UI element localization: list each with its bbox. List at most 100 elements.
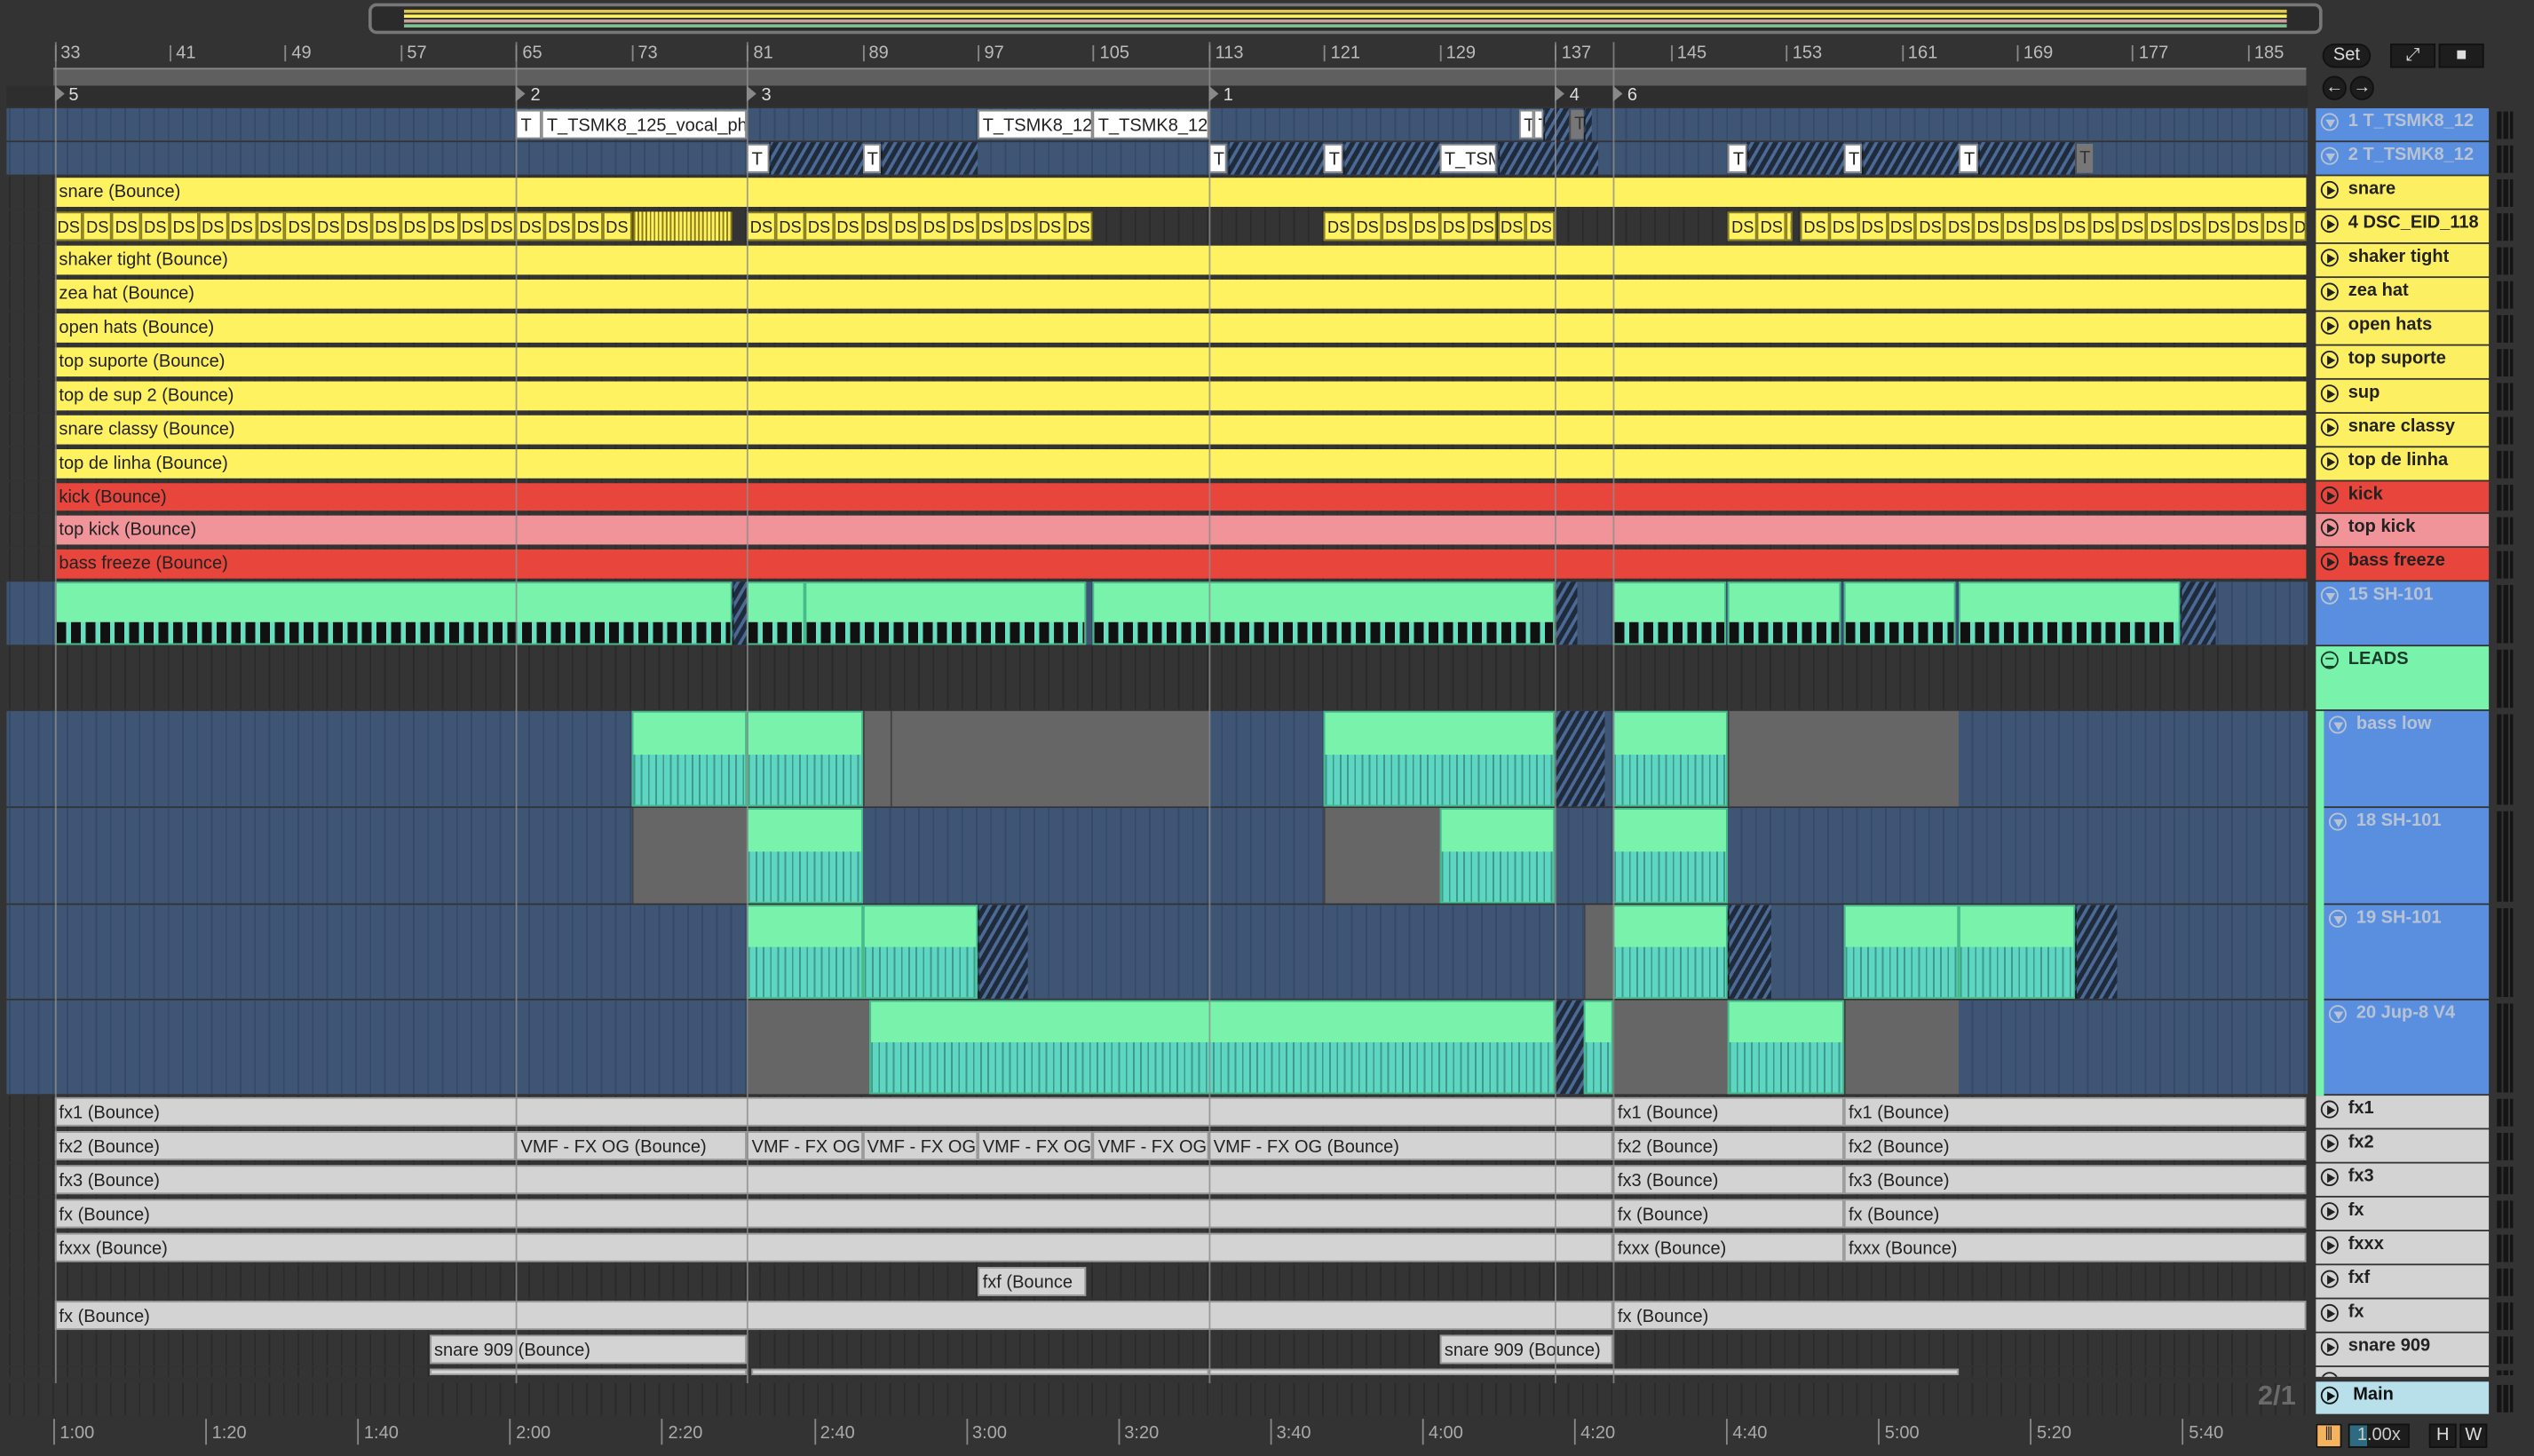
play-icon[interactable]	[2320, 418, 2339, 437]
midi-clip[interactable]	[1843, 905, 1960, 999]
disabled-clip[interactable]	[1555, 1000, 1584, 1095]
audio-clip[interactable]: DS	[1944, 211, 1974, 241]
fold-triangle-icon[interactable]	[2328, 716, 2347, 734]
locator-marker[interactable]: 3	[747, 85, 772, 105]
track-header[interactable]: fx1	[2316, 1096, 2490, 1128]
midi-clip[interactable]	[862, 905, 978, 999]
track-lane[interactable]: bass freeze (Bounce)	[6, 548, 2308, 581]
track-lane[interactable]: top de linha (Bounce)	[6, 447, 2308, 480]
audio-clip[interactable]: DS	[313, 211, 344, 241]
audio-clip[interactable]: T	[1569, 109, 1584, 139]
midi-clip[interactable]	[1612, 808, 1729, 904]
disabled-clip[interactable]	[2180, 582, 2216, 645]
track-header[interactable]	[2316, 1366, 2490, 1377]
play-icon[interactable]	[2320, 1303, 2339, 1322]
track-lane[interactable]: top de sup 2 (Bounce)	[6, 379, 2308, 413]
midi-clip[interactable]	[747, 710, 863, 807]
pencil-draw-icon[interactable]: ⤢	[2390, 44, 2436, 68]
audio-clip[interactable]: fxxx (Bounce)	[1843, 1232, 2306, 1262]
track-lane[interactable]: zea hat (Bounce)	[6, 278, 2308, 311]
audio-clip[interactable]: DS	[804, 211, 834, 241]
track-lane[interactable]	[6, 808, 2308, 904]
arrow-right-icon[interactable]: →	[2349, 75, 2374, 100]
track-lane[interactable]	[6, 582, 2308, 645]
track-lane[interactable]	[6, 905, 2308, 999]
audio-clip[interactable]: DS	[1829, 211, 1858, 241]
audio-clip[interactable]: DS	[1800, 211, 1830, 241]
audio-clip[interactable]: DS	[2204, 211, 2234, 241]
muted-clip[interactable]	[1324, 808, 1440, 904]
play-icon[interactable]	[2320, 1270, 2339, 1288]
fold-triangle-icon[interactable]	[2320, 113, 2339, 131]
audio-clip[interactable]: DS	[1410, 211, 1440, 241]
audio-clip[interactable]: DS	[140, 211, 170, 241]
play-icon[interactable]	[2320, 486, 2339, 504]
audio-clip[interactable]: T	[1728, 143, 1747, 173]
fold-triangle-icon[interactable]	[2320, 586, 2339, 605]
audio-clip[interactable]: DS	[227, 211, 257, 241]
track-header[interactable]: bass freeze	[2316, 548, 2490, 581]
track-header[interactable]: fx	[2316, 1197, 2490, 1230]
audio-clip[interactable]: VMF - FX OG	[1093, 1131, 1209, 1160]
arrow-left-icon[interactable]: ←	[2322, 75, 2347, 100]
audio-clip[interactable]: T_TSM	[1439, 143, 1498, 173]
audio-clip[interactable]: DS	[891, 211, 921, 241]
track-lane[interactable]: fx3 (Bounce) fx3 (Bounce) fx3 (Bounce)	[6, 1163, 2308, 1196]
track-lanes[interactable]: T T_TSMK8_125_vocal_ph T_TSMK8_12 T_TSMK8_1…	[6, 107, 2308, 1381]
track-lane[interactable]: shaker tight (Bounce)	[6, 243, 2308, 277]
play-icon[interactable]	[2320, 1202, 2339, 1221]
midi-clip[interactable]	[1728, 582, 1841, 645]
play-icon[interactable]	[2320, 282, 2339, 301]
midi-clip[interactable]	[1728, 1000, 1844, 1095]
audio-clip[interactable]: DS	[1468, 211, 1498, 241]
track-header[interactable]: snare	[2316, 176, 2490, 209]
muted-clip[interactable]	[1728, 710, 1960, 807]
fit-width-button[interactable]: W	[2459, 1423, 2488, 1448]
audio-clip[interactable]: T_TSMK8_12	[1093, 109, 1209, 139]
audio-clip[interactable]: zea hat (Bounce)	[53, 279, 2306, 309]
play-icon[interactable]	[2320, 1338, 2339, 1357]
audio-clip[interactable]: T_TSMK8_125_vocal_ph	[542, 109, 748, 139]
disabled-clip[interactable]	[1862, 142, 1960, 175]
muted-clip[interactable]	[862, 710, 891, 807]
midi-clip[interactable]	[1583, 1000, 1613, 1095]
audio-clip[interactable]: T	[862, 143, 882, 173]
track-header[interactable]: 2 T_TSMK8_12	[2316, 142, 2490, 175]
track-header[interactable]: sup	[2316, 379, 2490, 413]
disabled-clip[interactable]	[1977, 142, 2075, 175]
audio-clip[interactable]: DS	[371, 211, 401, 241]
audio-clip[interactable]: snare classy (Bounce)	[53, 415, 2306, 445]
disabled-clip[interactable]	[1583, 107, 1593, 141]
audio-clip[interactable]: fx3 (Bounce)	[1612, 1165, 1844, 1195]
track-lane[interactable]: fxf (Bounce	[6, 1265, 2308, 1298]
audio-clip[interactable]: T	[1324, 143, 1343, 173]
play-icon[interactable]	[2320, 316, 2339, 335]
audio-clip[interactable]: DS	[978, 211, 1007, 241]
midi-clip[interactable]	[53, 582, 732, 645]
audio-clip[interactable]: T	[1518, 109, 1534, 139]
audio-clip[interactable]: DS	[544, 211, 574, 241]
play-icon[interactable]	[2320, 384, 2339, 403]
play-icon[interactable]	[2320, 452, 2339, 471]
play-icon[interactable]	[2320, 1236, 2339, 1254]
track-header[interactable]: fx	[2316, 1299, 2490, 1332]
disabled-clip[interactable]	[881, 142, 978, 175]
audio-clip[interactable]: DS	[1497, 211, 1526, 241]
audio-clip[interactable]: fxxx (Bounce)	[1612, 1232, 1844, 1262]
audio-clip[interactable]: open hats (Bounce)	[53, 313, 2306, 343]
audio-clip[interactable]: DS	[1887, 211, 1916, 241]
time-ruler[interactable]: 1:00 1:20 1:40 2:00 2:20 2:40 3:00 3:20 3:40 4:00…	[6, 1419, 2308, 1451]
audio-clip[interactable]: VMF - FX OG	[862, 1131, 978, 1160]
track-lane[interactable]: DS DS DS DS DS DS DS DS DS DS DS DS DS DS DS DS DS DS DS DS…	[6, 210, 2308, 243]
disabled-clip[interactable]	[978, 905, 1029, 999]
audio-clip[interactable]: DS	[1857, 211, 1888, 241]
zoom-value[interactable]: 1.00x	[2348, 1423, 2410, 1448]
audio-clip[interactable]	[631, 211, 732, 241]
disabled-clip[interactable]	[1555, 582, 1577, 645]
audio-clip[interactable]: VMF - FX OG (Bounce)	[1208, 1131, 1613, 1160]
audio-clip[interactable]: DS	[53, 211, 83, 241]
audio-clip[interactable]: DS	[1728, 211, 1757, 241]
play-icon[interactable]	[2320, 1100, 2339, 1119]
audio-clip[interactable]: DS	[400, 211, 430, 241]
disabled-clip[interactable]	[1555, 710, 1606, 807]
